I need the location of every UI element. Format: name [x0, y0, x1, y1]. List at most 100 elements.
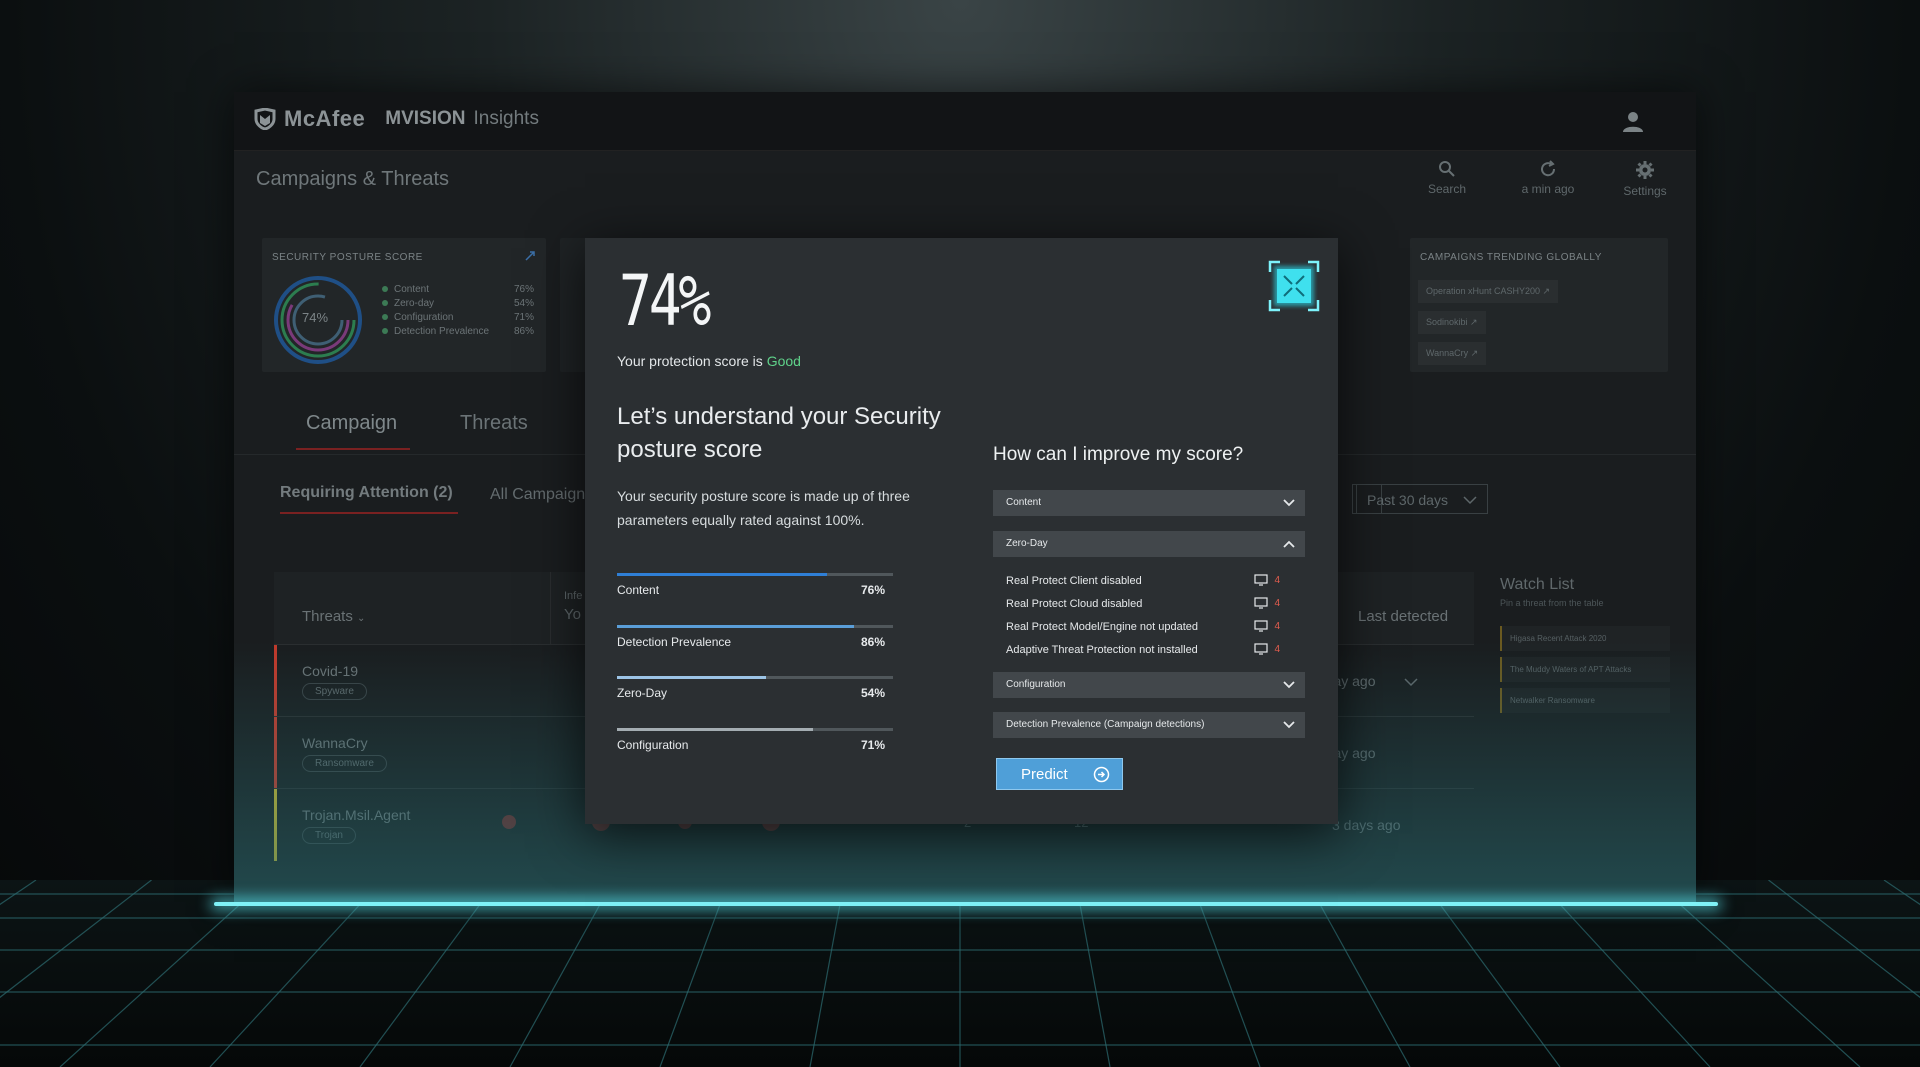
score-modal: 74% Your protection score is Good Let’s …: [585, 238, 1338, 824]
predict-button[interactable]: Predict: [996, 758, 1123, 790]
issue-count: 4: [1274, 575, 1280, 586]
collapse-icon[interactable]: [1268, 260, 1320, 312]
refresh-label: a min ago: [1521, 182, 1575, 196]
metric-fill: [617, 573, 827, 576]
settings-button[interactable]: Settings: [1620, 160, 1670, 198]
row-status-bar: [274, 645, 277, 717]
legend-dot: [382, 328, 388, 334]
row-expand-icon[interactable]: [1404, 677, 1418, 687]
posture-legend-row: Configuration 71%: [382, 312, 534, 323]
threat-name: Trojan.Msil.Agent: [302, 807, 411, 823]
metric-content: Content 76%: [617, 573, 893, 613]
issue-label: Real Protect Client disabled: [1006, 575, 1142, 587]
trending-item[interactable]: Sodinokibi ↗: [1418, 311, 1486, 334]
legend-dot: [382, 314, 388, 320]
score-status-prefix: Your protection score is: [617, 353, 767, 369]
refresh-icon: [1541, 160, 1556, 177]
threat-type-badge: Trojan: [302, 827, 356, 844]
threat-type-badge: Ransomware: [302, 755, 387, 772]
search-icon: [1439, 161, 1455, 177]
period-dropdown[interactable]: Past 30 days: [1356, 484, 1488, 514]
product-suffix: Insights: [473, 108, 539, 129]
settings-label: Settings: [1623, 184, 1667, 198]
logo: McAfee MVISION Insights: [254, 106, 539, 132]
issue-count: 4: [1274, 621, 1280, 632]
infected-column-sub: Yo: [564, 606, 581, 623]
posture-legend-value: 71%: [513, 312, 534, 323]
expand-icon[interactable]: [524, 250, 536, 262]
row-status-bar: [274, 789, 277, 861]
legend-dot: [382, 300, 388, 306]
trending-card-title: CAMPAIGNS TRENDING GLOBALLY: [1420, 252, 1602, 263]
accordion-content[interactable]: Content: [993, 490, 1305, 516]
last-detected-value: 3 days ago: [1332, 817, 1401, 833]
user-icon[interactable]: [1622, 110, 1644, 132]
watch-list-item[interactable]: Higasa Recent Attack 2020: [1500, 626, 1670, 651]
watch-list-item[interactable]: The Muddy Waters of APT Attacks: [1500, 657, 1670, 682]
subtab-all-campaigns[interactable]: All Campaign: [490, 486, 585, 504]
floor-glow-line: [214, 902, 1718, 906]
posture-legend-label: Zero-day: [382, 298, 434, 309]
watch-list-item[interactable]: Netwalker Ransomware: [1500, 688, 1670, 713]
posture-legend-label: Configuration: [382, 312, 453, 323]
posture-score-card[interactable]: SECURITY POSTURE SCORE 74% Content 76% Zer…: [262, 238, 546, 372]
page-title: Campaigns & Threats: [256, 168, 450, 190]
issue-label: Real Protect Model/Engine not updated: [1006, 621, 1199, 633]
modal-heading: Let’s understand your Security posture s…: [617, 403, 941, 463]
heat-dot: [502, 815, 516, 829]
tab-threats[interactable]: Threats: [460, 412, 528, 435]
accordion-zero-day[interactable]: Zero-Day: [993, 531, 1305, 557]
watch-list: Watch List Pin a threat from the table H…: [1500, 572, 1670, 719]
chevron-down-icon: [1463, 496, 1477, 505]
zero-day-issue[interactable]: Adaptive Threat Protection not installed…: [1006, 643, 1296, 656]
zero-day-issue[interactable]: Real Protect Model/Engine not updated 4: [1006, 620, 1296, 633]
accordion-configuration[interactable]: Configuration: [993, 672, 1305, 698]
issue-count: 4: [1274, 598, 1280, 609]
trending-card[interactable]: CAMPAIGNS TRENDING GLOBALLY Operation xH…: [1410, 238, 1668, 372]
metric-value: 76%: [860, 583, 885, 597]
subtab-requiring-attention[interactable]: Requiring Attention (2): [280, 484, 453, 502]
issue-label: Real Protect Cloud disabled: [1006, 598, 1143, 610]
threat-name: WannaCry: [302, 735, 368, 751]
watch-list-title: Watch List: [1500, 576, 1575, 593]
monitor-icon: [1254, 597, 1268, 609]
issue-count: 4: [1274, 644, 1280, 655]
chevron-up-icon: [1283, 540, 1295, 548]
posture-card-score: 74%: [302, 310, 329, 325]
legend-dot: [382, 286, 388, 292]
accordion-label: Content: [1006, 497, 1042, 508]
metric-label: Zero-Day: [617, 686, 668, 700]
watch-list-items: Higasa Recent Attack 2020 The Muddy Water…: [1500, 626, 1670, 713]
metric-value: 86%: [860, 635, 885, 649]
refresh-button[interactable]: a min ago: [1513, 160, 1583, 196]
period-label: Past 30 days: [1367, 492, 1448, 508]
modal-description: Your security posture score is made up o…: [617, 488, 910, 528]
accordion-detection-prevalence[interactable]: Detection Prevalence (Campaign detection…: [993, 712, 1305, 738]
modal-score: 74%: [619, 260, 711, 342]
metric-label: Content: [617, 583, 660, 597]
threats-column-header[interactable]: Threats ⌄: [302, 608, 365, 625]
zero-day-issue[interactable]: Real Protect Cloud disabled 4: [1006, 597, 1296, 610]
gear-icon: [1636, 161, 1654, 179]
floor-grid: [0, 880, 1920, 1067]
tab-campaign[interactable]: Campaign: [306, 412, 397, 435]
search-button[interactable]: Search: [1417, 160, 1477, 196]
column-divider: [550, 572, 551, 644]
trending-item[interactable]: WannaCry ↗: [1418, 342, 1487, 365]
row-status-bar: [274, 717, 277, 789]
posture-card-title: SECURITY POSTURE SCORE: [272, 252, 423, 263]
score-status-line: Your protection score is Good: [617, 353, 801, 369]
posture-legend-row: Detection Prevalence 86%: [382, 326, 534, 337]
monitor-icon: [1254, 620, 1268, 632]
metric-value: 71%: [860, 738, 885, 752]
zero-day-issue[interactable]: Real Protect Client disabled 4: [1006, 574, 1296, 587]
accordion-label: Detection Prevalence (Campaign detection…: [1006, 719, 1205, 730]
brand-name: McAfee: [284, 106, 366, 131]
threat-name: Covid-19: [302, 663, 359, 679]
metric-fill: [617, 676, 767, 679]
metric-zero-day: Zero-Day 54%: [617, 676, 893, 716]
chevron-down-icon: [1283, 721, 1295, 729]
trending-item[interactable]: Operation xHunt CASHY200 ↗: [1418, 280, 1559, 303]
chevron-down-icon: [1283, 499, 1295, 507]
posture-legend-value: 76%: [513, 284, 534, 295]
